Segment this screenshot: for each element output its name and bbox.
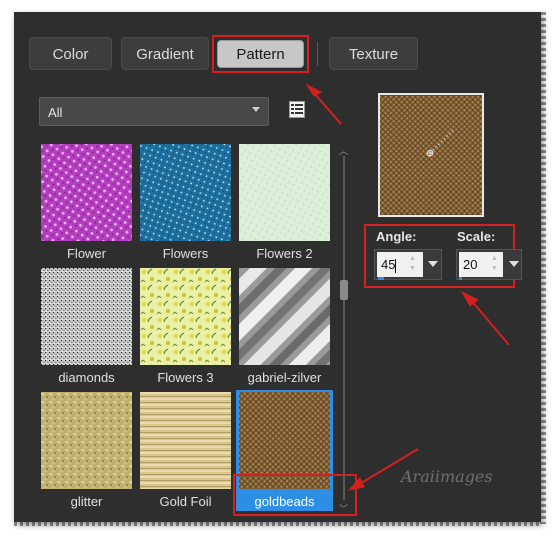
pattern-label: Gold Foil xyxy=(159,494,212,509)
pattern-label: Flowers 3 xyxy=(157,370,214,385)
tab-gradient[interactable]: Gradient xyxy=(121,37,209,70)
pattern-item-glitter[interactable]: glitter xyxy=(38,390,135,511)
pattern-item-flowers-2[interactable]: Flowers 2 xyxy=(236,142,333,263)
scale-spinbox[interactable]: 20 ▲ ▼ xyxy=(456,249,522,280)
scroll-down-icon[interactable]: ﹀ xyxy=(339,502,348,515)
pattern-preview[interactable] xyxy=(378,93,484,217)
pattern-grid: Flower Flowers Flowers 2 diamonds Flower… xyxy=(38,142,336,517)
pattern-label: goldbeads xyxy=(254,494,315,509)
scale-progress-bar xyxy=(459,277,462,280)
pattern-scrollbar[interactable]: ︿ ﹀ xyxy=(337,142,351,517)
pattern-swatch xyxy=(239,144,330,241)
scale-label: Scale: xyxy=(457,229,496,244)
pattern-item-goldbeads[interactable]: goldbeads xyxy=(236,390,333,511)
pattern-swatch xyxy=(41,144,132,241)
pattern-item-gabriel-zilver[interactable]: gabriel-zilver xyxy=(236,266,333,387)
pattern-label: gabriel-zilver xyxy=(247,370,322,385)
angle-progress-bar xyxy=(378,277,384,280)
torn-edge-bottom xyxy=(14,521,542,526)
tab-separator xyxy=(317,42,318,66)
pattern-label: Flowers xyxy=(162,246,209,261)
pattern-category-dropdown[interactable]: All xyxy=(39,97,269,126)
angle-spinbox[interactable]: 45 ▲ ▼ xyxy=(374,249,442,280)
view-options-icon[interactable] xyxy=(289,101,305,118)
pattern-swatch xyxy=(239,268,330,365)
scale-stepper-icon[interactable]: ▲ ▼ xyxy=(491,254,499,274)
pattern-category-value: All xyxy=(48,105,63,120)
pattern-item-flower[interactable]: Flower xyxy=(38,142,135,263)
pattern-item-diamonds[interactable]: diamonds xyxy=(38,266,135,387)
pattern-swatch xyxy=(239,392,330,489)
tab-color[interactable]: Color xyxy=(29,37,112,70)
tab-pattern[interactable]: Pattern xyxy=(217,40,304,68)
pattern-label: diamonds xyxy=(58,370,115,385)
chevron-down-icon xyxy=(252,107,260,112)
pattern-item-flowers-3[interactable]: Flowers 3 xyxy=(137,266,234,387)
pattern-swatch xyxy=(140,392,231,489)
tab-texture[interactable]: Texture xyxy=(329,37,418,70)
pattern-item-gold-foil[interactable]: Gold Foil xyxy=(137,390,234,511)
pattern-label: Flower xyxy=(66,246,106,261)
scroll-track[interactable] xyxy=(343,156,345,500)
pattern-label: glitter xyxy=(70,494,103,509)
pattern-swatch xyxy=(41,268,132,365)
pattern-swatch xyxy=(140,144,231,241)
angle-stepper-icon[interactable]: ▲ ▼ xyxy=(409,254,417,274)
watermark-text: Araiimages xyxy=(401,467,493,486)
pattern-label: Flowers 2 xyxy=(256,246,313,261)
pattern-swatch xyxy=(140,268,231,365)
pattern-item-flowers[interactable]: Flowers xyxy=(137,142,234,263)
scale-dropdown-icon[interactable] xyxy=(509,261,519,267)
pattern-swatch xyxy=(41,392,132,489)
scroll-thumb[interactable] xyxy=(340,280,348,300)
torn-edge-right xyxy=(540,12,546,524)
angle-label: Angle: xyxy=(376,229,417,244)
angle-dropdown-icon[interactable] xyxy=(428,261,438,267)
